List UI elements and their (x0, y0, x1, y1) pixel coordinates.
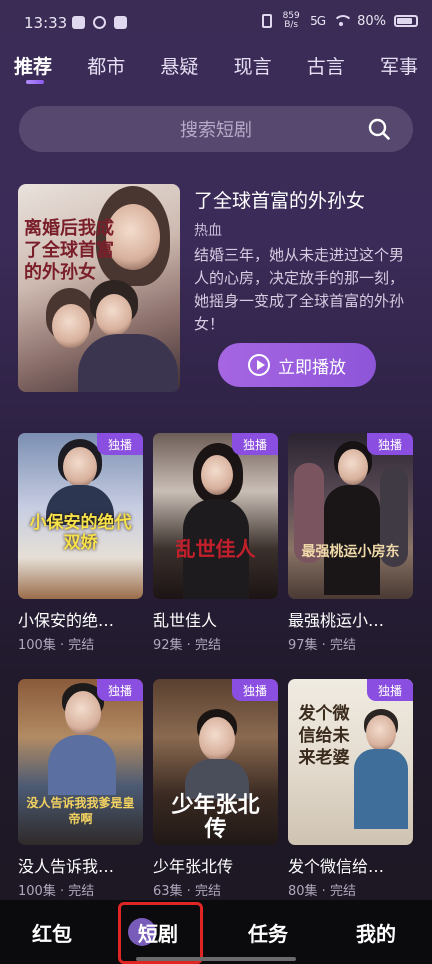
battery-icon (394, 15, 418, 27)
tab-urban[interactable]: 都市 (87, 52, 125, 93)
play-icon (248, 354, 270, 376)
notification-icons (72, 16, 127, 29)
bottom-nav: 红包 短剧 任务 我的 (0, 900, 432, 964)
drama-title: 没人告诉我… (18, 857, 115, 876)
net-speed: 859 B/s (282, 11, 300, 30)
drama-poster-title: 没人告诉我我爹是皇帝啊 (26, 796, 135, 826)
drama-poster[interactable]: 发个微信给未来老婆 独播 (288, 679, 413, 845)
drama-card[interactable]: 乱世佳人 独播 乱世佳人 92集 · 完结 (153, 433, 278, 653)
tab-modern-romance[interactable]: 现言 (234, 52, 272, 93)
drama-episodes: 100集 · 完结 (18, 884, 95, 899)
tab-mystery[interactable]: 悬疑 (160, 52, 198, 93)
drama-episodes: 97集 · 完结 (288, 638, 356, 653)
featured-poster[interactable]: 离婚后我成了全球首富的外孙女 (18, 184, 180, 392)
tab-active-indicator (26, 80, 44, 84)
featured-description: 结婚三年，她从未走进过这个男人的心房，决定放手的那一刻，她摇身一变成了全球首富的… (194, 246, 405, 333)
exclusive-badge: 独播 (232, 679, 278, 701)
selection-highlight (118, 902, 203, 964)
nav-mine[interactable]: 我的 (356, 918, 396, 947)
exclusive-badge: 独播 (232, 433, 278, 455)
featured-genre-tag: 热血 (194, 223, 222, 239)
drama-title: 小保安的绝… (18, 611, 115, 630)
search-placeholder: 搜索短剧 (180, 120, 252, 141)
drama-poster[interactable]: 最强桃运小房东 独播 (288, 433, 413, 599)
drama-poster-title: 发个微信给未来老婆 (298, 704, 350, 768)
drama-poster-title: 少年张北传 (171, 792, 260, 842)
drama-title: 乱世佳人 (153, 611, 218, 630)
drama-card[interactable]: 小保安的绝代双娇 独播 小保安的绝… 100集 · 完结 (18, 433, 143, 653)
drama-card[interactable]: 少年张北传 独播 少年张北传 63集 · 完结 (153, 679, 278, 899)
category-tabs: 推荐 都市 悬疑 现言 古言 军事 (14, 52, 418, 93)
tab-military[interactable]: 军事 (380, 52, 418, 93)
play-now-label: 立即播放 (278, 357, 346, 378)
exclusive-badge: 独播 (97, 433, 143, 455)
status-right: 859 B/s 5G 80% (262, 12, 418, 30)
sync-icon (93, 16, 106, 29)
drama-card[interactable]: 最强桃运小房东 独播 最强桃运小… 97集 · 完结 (288, 433, 413, 653)
vibrate-icon (262, 14, 273, 28)
nav-tasks[interactable]: 任务 (248, 918, 288, 947)
drama-poster-title: 小保安的绝代双娇 (29, 513, 132, 553)
drama-poster[interactable]: 小保安的绝代双娇 独播 (18, 433, 143, 599)
featured-drama[interactable]: 离婚后我成了全球首富的外孙女 了全球首富的外孙女 热血 结婚三年，她从未走进过这… (18, 184, 414, 394)
drama-episodes: 80集 · 完结 (288, 884, 356, 899)
exclusive-badge: 独播 (367, 433, 413, 455)
play-now-button[interactable]: 立即播放 (218, 343, 376, 387)
status-bar: 13:33 859 B/s 5G 80% (0, 0, 432, 46)
exclusive-badge: 独播 (367, 679, 413, 701)
drama-episodes: 100集 · 完结 (18, 638, 95, 653)
drama-card[interactable]: 没人告诉我我爹是皇帝啊 独播 没人告诉我… 100集 · 完结 (18, 679, 143, 899)
featured-title: 了全球首富的外孙女 (194, 190, 366, 212)
tab-ancient-romance[interactable]: 古言 (307, 52, 345, 93)
app-notification-icon-2 (114, 16, 127, 29)
drama-title: 最强桃运小… (288, 611, 385, 630)
drama-episodes: 92集 · 完结 (153, 638, 221, 653)
tab-recommend[interactable]: 推荐 (14, 52, 52, 93)
drama-title: 少年张北传 (153, 857, 234, 876)
app-notification-icon (72, 16, 85, 29)
nav-red-packet[interactable]: 红包 (32, 918, 72, 947)
drama-card[interactable]: 发个微信给未来老婆 独播 发个微信给… 80集 · 完结 (288, 679, 413, 899)
drama-poster[interactable]: 少年张北传 独播 (153, 679, 278, 845)
search-input[interactable]: 搜索短剧 (19, 106, 413, 152)
search-icon[interactable] (367, 117, 391, 141)
home-indicator[interactable] (136, 957, 296, 961)
featured-poster-title: 离婚后我成了全球首富的外孙女 (24, 218, 114, 283)
drama-poster-title: 乱世佳人 (175, 537, 256, 561)
signal-icon: 5G (310, 14, 326, 28)
drama-poster-title: 最强桃运小房东 (301, 544, 400, 560)
drama-poster[interactable]: 乱世佳人 独播 (153, 433, 278, 599)
drama-episodes: 63集 · 完结 (153, 884, 221, 899)
drama-title: 发个微信给… (288, 857, 385, 876)
status-time: 13:33 (24, 14, 68, 32)
drama-poster[interactable]: 没人告诉我我爹是皇帝啊 独播 (18, 679, 143, 845)
battery-percent: 80% (357, 13, 386, 29)
wifi-icon (333, 15, 354, 27)
exclusive-badge: 独播 (97, 679, 143, 701)
